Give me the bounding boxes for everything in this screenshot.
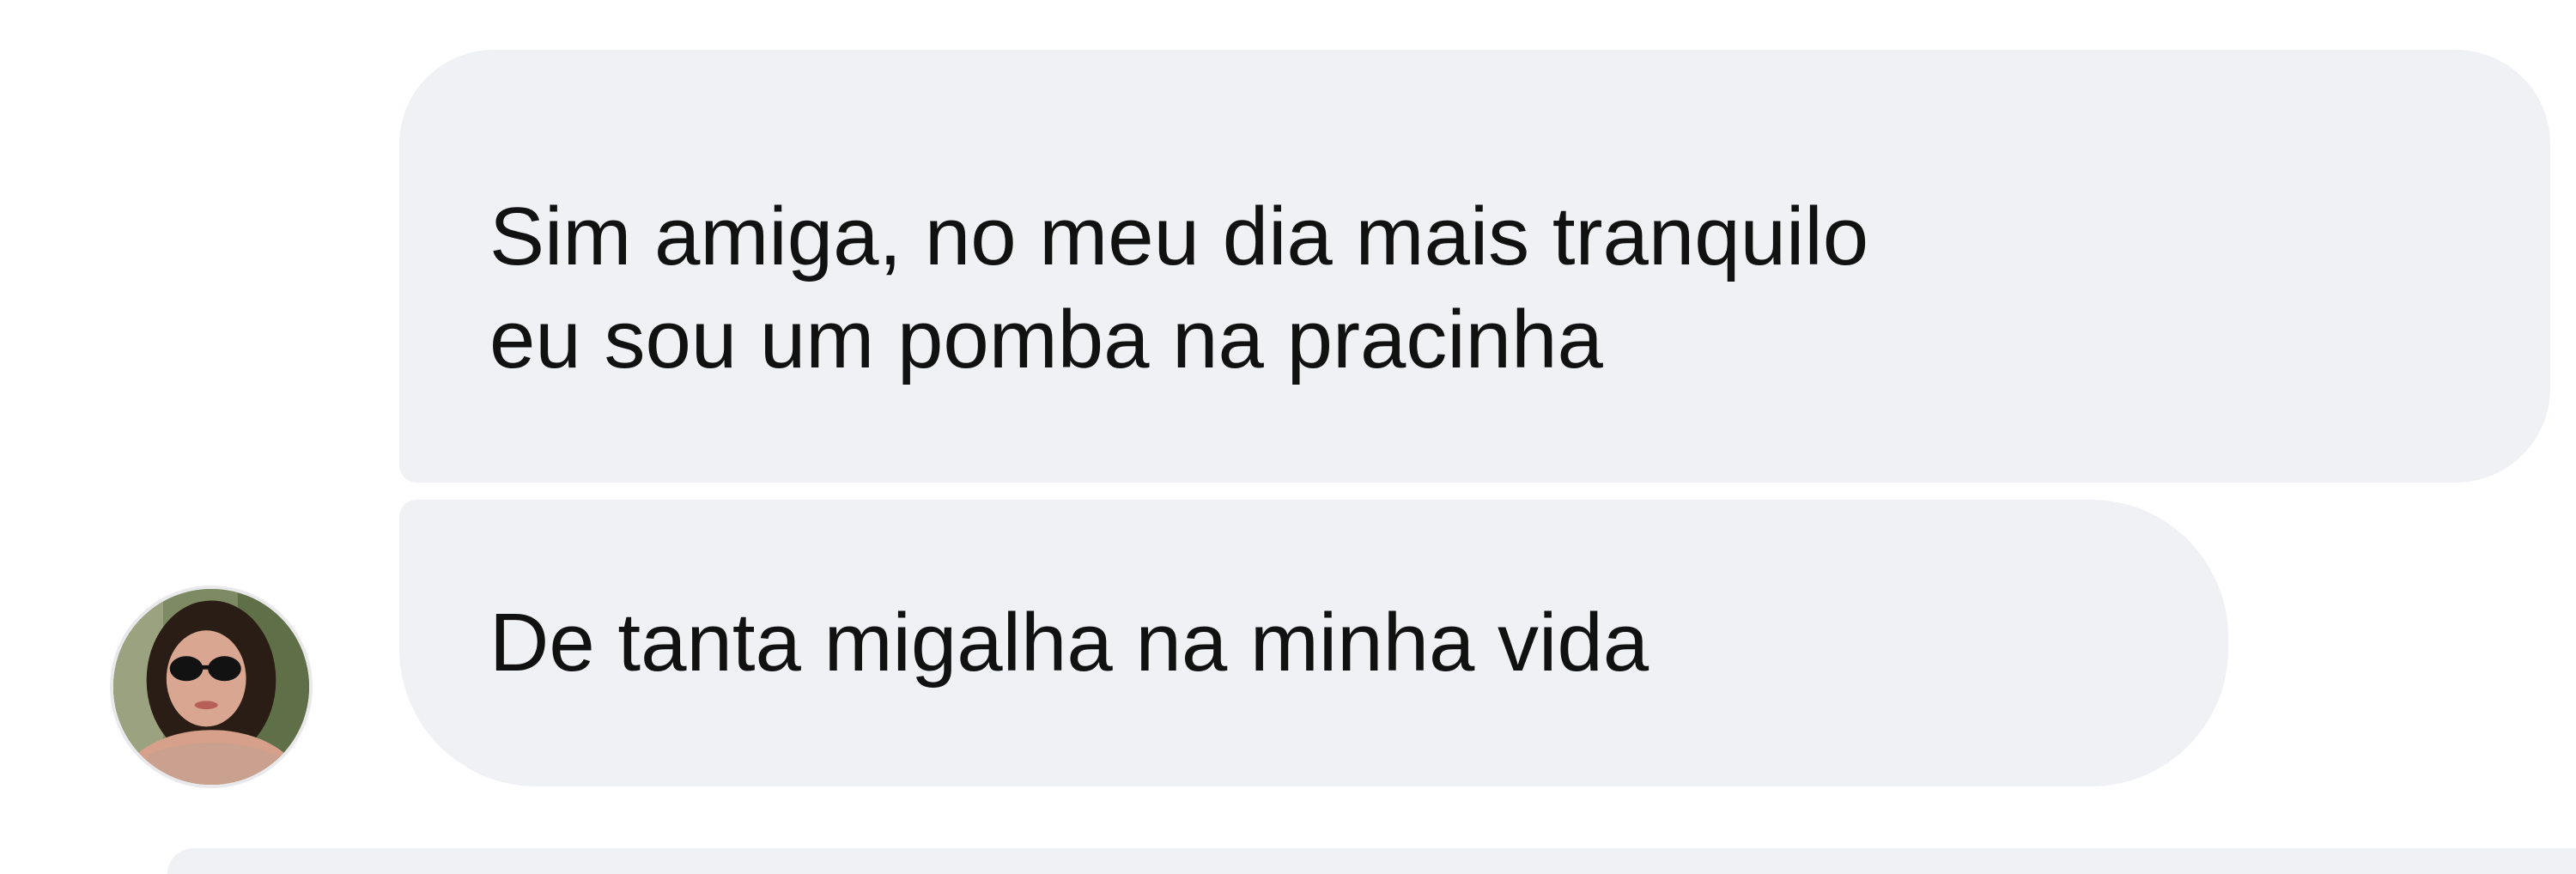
contact-avatar-photo-icon	[113, 589, 309, 785]
chat-thread: Sim amiga, no meu dia mais tranquilo eu …	[0, 0, 2576, 874]
avatar[interactable]	[110, 586, 313, 788]
message-bubble[interactable]: Sim amiga, no meu dia mais tranquilo eu …	[399, 50, 2550, 483]
message-bubble[interactable]: De tanta migalha na minha vida	[399, 500, 2228, 786]
message-text-line: Sim amiga, no meu dia mais tranquilo	[489, 191, 1869, 282]
message-text-line: eu sou um pomba na pracinha	[489, 294, 1603, 385]
composer-edge	[167, 848, 2576, 874]
message-text-line: De tanta migalha na minha vida	[489, 597, 1649, 689]
